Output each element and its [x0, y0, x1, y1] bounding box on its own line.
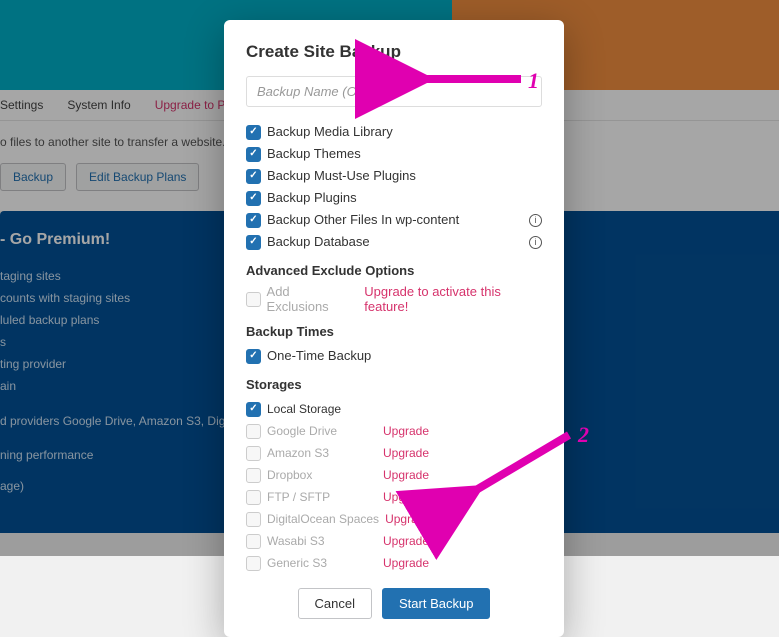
backup-option-row[interactable]: Backup Plugins — [246, 187, 542, 209]
storage-row: Google Drive Upgrade — [246, 420, 542, 442]
add-exclusions-label: Add Exclusions — [267, 284, 353, 314]
annotation-number-2: 2 — [578, 422, 589, 448]
storage-name: DigitalOcean Spaces — [267, 508, 379, 530]
storage-name: Local Storage — [267, 398, 377, 420]
add-exclusions-row: Add Exclusions Upgrade to activate this … — [246, 284, 542, 314]
backup-items-section: Backup Media LibraryBackup ThemesBackup … — [246, 121, 542, 253]
checkbox-icon — [246, 556, 261, 571]
upgrade-link[interactable]: Upgrade — [383, 486, 429, 508]
storage-name: Wasabi S3 — [267, 530, 377, 552]
info-icon[interactable]: i — [529, 214, 542, 227]
upgrade-message[interactable]: Upgrade to activate this feature! — [364, 284, 542, 314]
backup-option-label: Backup Database — [267, 231, 521, 253]
checkbox-icon — [246, 534, 261, 549]
upgrade-link[interactable]: Upgrade — [385, 508, 431, 530]
info-icon[interactable]: i — [529, 236, 542, 249]
checkbox-icon — [246, 402, 261, 417]
storage-row: Generic S3 Upgrade — [246, 552, 542, 574]
backup-option-label: Backup Media Library — [267, 121, 542, 143]
storage-name: FTP / SFTP — [267, 486, 377, 508]
storage-name: Google Drive — [267, 420, 377, 442]
upgrade-link[interactable]: Upgrade — [383, 530, 429, 552]
checkbox-icon — [246, 468, 261, 483]
checkbox-icon — [246, 191, 261, 206]
backup-option-label: Backup Must-Use Plugins — [267, 165, 542, 187]
checkbox-icon — [246, 424, 261, 439]
backup-option-row[interactable]: Backup Other Files In wp-content i — [246, 209, 542, 231]
backup-option-label: Backup Other Files In wp-content — [267, 209, 521, 231]
backup-option-label: Backup Themes — [267, 143, 542, 165]
start-backup-button[interactable]: Start Backup — [382, 588, 490, 619]
one-time-backup-label: One-Time Backup — [267, 345, 542, 367]
create-backup-modal: Create Site Backup Backup Media LibraryB… — [224, 20, 564, 637]
upgrade-link[interactable]: Upgrade — [383, 464, 429, 486]
upgrade-link[interactable]: Upgrade — [383, 442, 429, 464]
storage-row[interactable]: Local Storage — [246, 398, 542, 420]
modal-footer: Cancel Start Backup — [246, 588, 542, 619]
checkbox-icon — [246, 512, 261, 527]
advanced-exclude-title: Advanced Exclude Options — [246, 263, 542, 278]
storage-row: FTP / SFTP Upgrade — [246, 486, 542, 508]
storage-row: Amazon S3 Upgrade — [246, 442, 542, 464]
annotation-number-1: 1 — [528, 68, 539, 94]
backup-name-input[interactable] — [246, 76, 542, 107]
checkbox-icon — [246, 349, 261, 364]
checkbox-icon — [246, 125, 261, 140]
backup-times-title: Backup Times — [246, 324, 542, 339]
storage-row: DigitalOcean Spaces Upgrade — [246, 508, 542, 530]
cancel-button[interactable]: Cancel — [298, 588, 372, 619]
upgrade-link[interactable]: Upgrade — [383, 420, 429, 442]
storages-list: Local StorageGoogle DriveUpgradeAmazon S… — [246, 398, 542, 574]
backup-option-label: Backup Plugins — [267, 187, 542, 209]
storage-name: Generic S3 — [267, 552, 377, 574]
add-exclusions-checkbox — [246, 292, 261, 307]
backup-option-row[interactable]: Backup Themes — [246, 143, 542, 165]
storage-row: Wasabi S3 Upgrade — [246, 530, 542, 552]
backup-option-row[interactable]: Backup Database i — [246, 231, 542, 253]
storage-name: Dropbox — [267, 464, 377, 486]
checkbox-icon — [246, 213, 261, 228]
storage-row: Dropbox Upgrade — [246, 464, 542, 486]
backup-option-row[interactable]: Backup Media Library — [246, 121, 542, 143]
checkbox-icon — [246, 169, 261, 184]
storages-title: Storages — [246, 377, 542, 392]
checkbox-icon — [246, 235, 261, 250]
checkbox-icon — [246, 490, 261, 505]
storage-name: Amazon S3 — [267, 442, 377, 464]
checkbox-icon — [246, 446, 261, 461]
checkbox-icon — [246, 147, 261, 162]
backup-option-row[interactable]: Backup Must-Use Plugins — [246, 165, 542, 187]
modal-title: Create Site Backup — [246, 42, 542, 62]
one-time-backup-row[interactable]: One-Time Backup — [246, 345, 542, 367]
upgrade-link[interactable]: Upgrade — [383, 552, 429, 574]
